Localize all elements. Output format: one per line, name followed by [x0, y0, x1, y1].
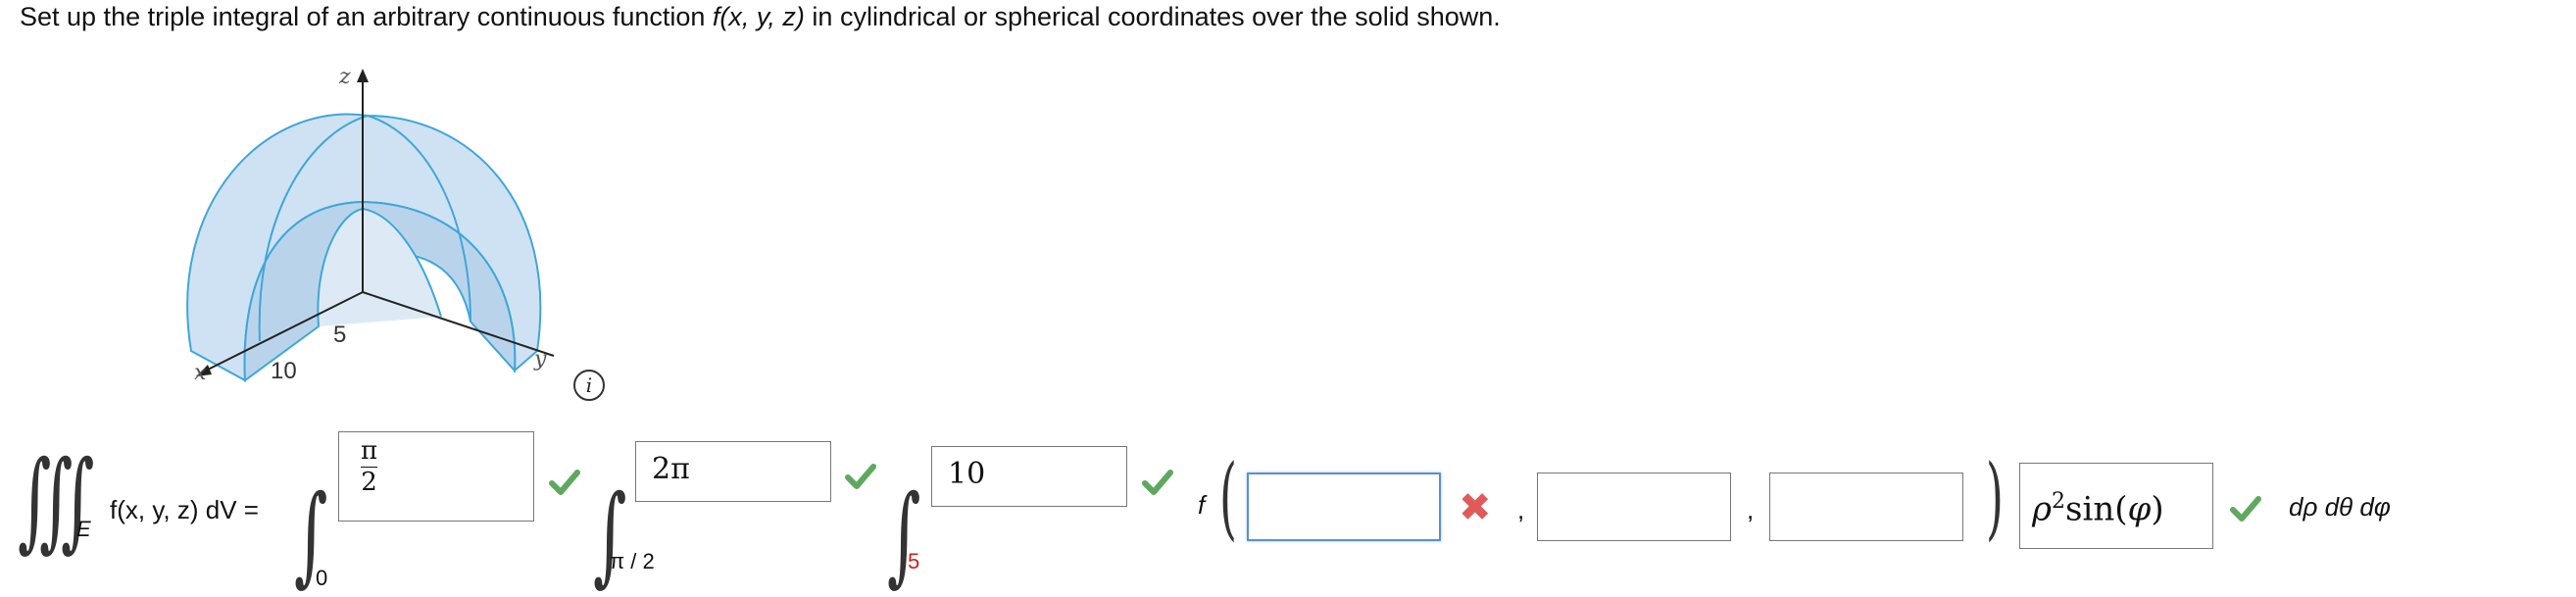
check-icon [2230, 496, 2261, 522]
right-paren: ) [1985, 445, 2004, 550]
lower-bound-3: 5 [908, 549, 920, 573]
question-prompt: Set up the triple integral of an arbitra… [20, 2, 1501, 32]
region-subscript: E [76, 517, 91, 541]
check-icon [1142, 470, 1173, 495]
lower-bound-1: 0 [316, 566, 328, 590]
upper-bound-3-input[interactable]: 10 [931, 446, 1127, 507]
lower-bound-2: π / 2 [610, 549, 655, 573]
prompt-function: f(x, y, z) [712, 2, 805, 31]
upper-bound-1-input[interactable]: π 2 [338, 431, 534, 522]
cross-icon: ✖ [1459, 486, 1492, 529]
argument-1-input[interactable] [1247, 473, 1441, 541]
check-icon [845, 464, 876, 489]
z-axis-arrow [357, 69, 369, 82]
upper-bound-1-num: π [361, 436, 378, 466]
check-icon [549, 470, 580, 495]
comma-2: , [1747, 495, 1755, 524]
upper-bound-3-value: 10 [948, 457, 986, 491]
comma-1: , [1517, 495, 1525, 524]
argument-3-input[interactable] [1769, 473, 1963, 541]
tick-outer-radius: 10 [271, 358, 297, 384]
z-axis-label: z [339, 65, 351, 89]
jacobian-phi: φ [2127, 489, 2152, 529]
upper-bound-1-fraction: π 2 [361, 436, 378, 498]
upper-bound-1-den: 2 [361, 468, 377, 498]
upper-bound-2-value: 2π [652, 452, 690, 486]
function-label: f [1198, 490, 1206, 520]
argument-2-input[interactable] [1537, 473, 1731, 541]
left-paren: ( [1218, 445, 1237, 550]
info-icon[interactable]: i [573, 370, 605, 401]
prompt-text-after: in cylindrical or spherical coordinates … [804, 2, 1501, 31]
upper-bound-2-input[interactable]: 2π [635, 441, 831, 502]
jacobian-exponent: 2 [2052, 489, 2065, 514]
jacobian-expression: ρ2sin(φ) [2032, 489, 2164, 529]
triple-integral-symbol: ∫ ∫ ∫ E [18, 437, 95, 563]
y-axis-label: y [534, 347, 547, 372]
solid-figure-svg [186, 69, 555, 382]
integral-lhs: f(x, y, z) dV = [110, 495, 259, 524]
x-axis-label: x [194, 361, 207, 385]
jacobian-sin: sin [2065, 489, 2115, 529]
jacobian-input[interactable]: ρ2sin(φ) [2019, 463, 2213, 549]
jacobian-rho: ρ [2032, 489, 2052, 529]
prompt-text-before: Set up the triple integral of an arbitra… [20, 2, 713, 31]
solid-figure: z x y 10 5 [147, 57, 578, 410]
differentials: dρ dθ dφ [2289, 492, 2391, 522]
tick-inner-radius: 5 [333, 322, 347, 348]
